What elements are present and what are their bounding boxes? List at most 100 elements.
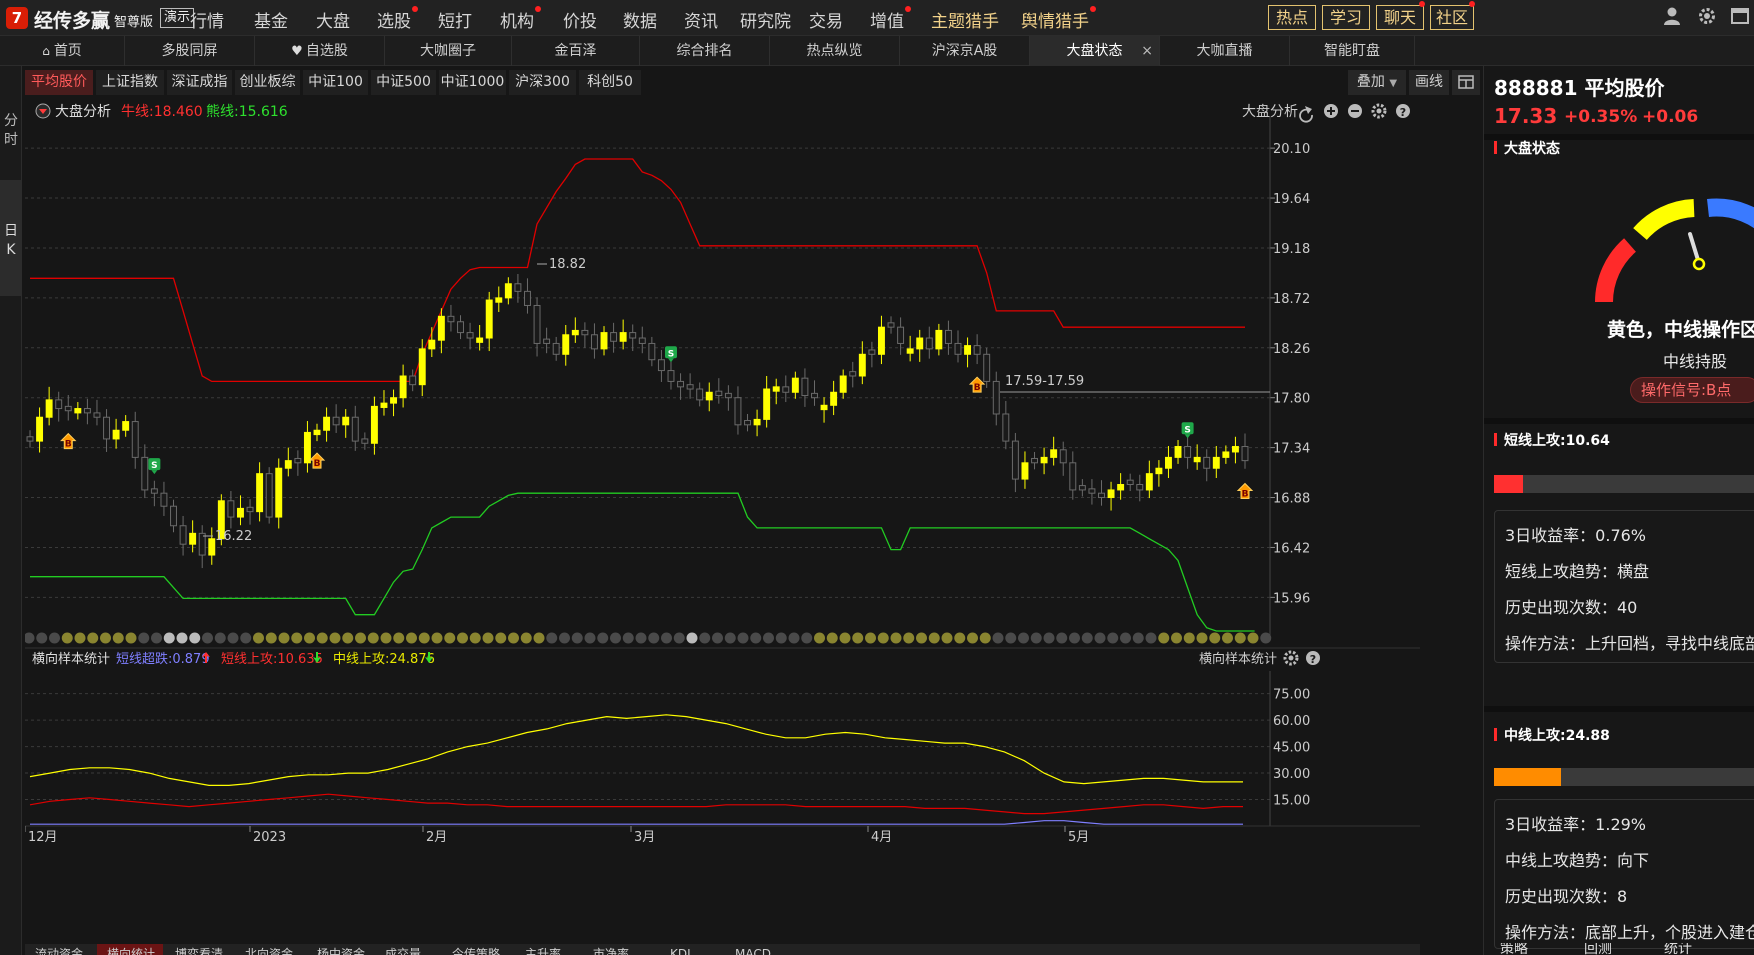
rp-tab-stats[interactable]: 统计	[1664, 943, 1692, 955]
timeline-dot[interactable]	[559, 632, 570, 644]
timeline-dot[interactable]	[189, 632, 201, 644]
nav-item[interactable]: 增值	[870, 7, 904, 32]
timeline-dot[interactable]	[1222, 632, 1233, 644]
index-tab[interactable]: 上证指数	[96, 70, 164, 95]
timeline-dot[interactable]	[967, 632, 978, 644]
nav-item[interactable]: 短打	[438, 7, 472, 32]
chart-canvas[interactable]: 大盘分析 牛线:18.460 熊线:15.616 大盘分析 ? 20.10 19.…	[23, 96, 1420, 886]
nav-item[interactable]: 资讯	[684, 7, 718, 32]
timeline-dot[interactable]	[916, 632, 927, 644]
layout-grid-icon[interactable]	[1452, 70, 1480, 95]
timeline-dot[interactable]	[100, 632, 111, 644]
timeline-dot[interactable]	[1005, 632, 1017, 644]
indicator-tab[interactable]: 主升率	[515, 944, 581, 955]
timeline-dot[interactable]	[278, 632, 290, 644]
nav-item[interactable]: 选股	[377, 7, 411, 32]
close-icon[interactable]: ×	[1141, 36, 1153, 66]
timeline-dot[interactable]	[546, 632, 558, 644]
nav-item[interactable]: 基金	[254, 7, 288, 32]
index-tab[interactable]: 科创50	[579, 70, 641, 95]
timeline-dot[interactable]	[826, 632, 838, 644]
zoom-out-icon[interactable]	[1348, 104, 1362, 118]
timeline-dot[interactable]	[406, 632, 417, 644]
index-tab[interactable]: 中证100	[303, 70, 368, 95]
sub-indicator-right-label[interactable]: 横向样本统计	[1199, 651, 1277, 667]
indicator-tab[interactable]: 杨中资金	[307, 944, 373, 955]
index-tab[interactable]: 沪深300	[509, 70, 576, 95]
timeline-dot[interactable]	[482, 632, 494, 644]
indicator-tab[interactable]: KDJ	[660, 944, 723, 955]
timeline-dot[interactable]	[138, 632, 150, 644]
timeline-dot[interactable]	[903, 632, 915, 644]
settings-icon[interactable]	[1283, 650, 1299, 666]
window-icon[interactable]	[1729, 6, 1751, 28]
timeline-dot[interactable]	[74, 632, 86, 644]
tab-intraday[interactable]: 分时	[0, 106, 22, 166]
indicator-tab[interactable]: 流动资金	[25, 944, 95, 955]
help-icon[interactable]: ?	[1396, 104, 1410, 119]
timeline-dot[interactable]	[163, 632, 175, 644]
nav-item[interactable]: 行情	[190, 7, 224, 32]
page-tab[interactable]: ⌂ 首页	[0, 36, 125, 66]
timeline-dot[interactable]	[1132, 632, 1144, 644]
sub-chart-series[interactable]	[29, 714, 1243, 825]
indicator-tab[interactable]: 横向统计	[97, 944, 163, 955]
timeline-dot[interactable]	[23, 632, 35, 644]
timeline-dot[interactable]	[737, 632, 749, 644]
indicator-tab[interactable]: 北向资金	[235, 944, 305, 955]
timeline-dot[interactable]	[431, 632, 443, 644]
timeline-dot[interactable]	[979, 632, 991, 644]
timeline-dot[interactable]	[1018, 632, 1029, 644]
timeline-dot[interactable]	[49, 632, 60, 644]
index-tab[interactable]: 深证成指	[167, 70, 232, 95]
top-button[interactable]: 社区	[1430, 5, 1474, 30]
timeline-dot[interactable]	[571, 632, 583, 644]
gear-icon[interactable]	[1696, 6, 1718, 28]
timeline-scroll-dots[interactable]	[23, 632, 1272, 644]
nav-item[interactable]: 价投	[563, 7, 597, 32]
timeline-dot[interactable]	[1260, 632, 1272, 644]
nav-item[interactable]: 研究院	[740, 7, 791, 32]
timeline-dot[interactable]	[801, 632, 813, 644]
timeline-dot[interactable]	[1196, 632, 1208, 644]
tab-daily-k[interactable]: 日K	[0, 180, 22, 296]
top-button[interactable]: 热点	[1268, 5, 1316, 30]
timeline-dot[interactable]	[61, 632, 73, 644]
settings-icon[interactable]	[1371, 103, 1387, 119]
page-tab[interactable]: 金百泽	[512, 36, 640, 66]
timeline-dot[interactable]	[520, 632, 532, 644]
top-button[interactable]: 学习	[1322, 5, 1370, 30]
timeline-dot[interactable]	[1069, 632, 1080, 644]
timeline-dot[interactable]	[699, 632, 711, 644]
timeline-dot[interactable]	[597, 632, 609, 644]
page-tab[interactable]: 综合排名	[640, 36, 770, 66]
timeline-dot[interactable]	[610, 632, 621, 644]
timeline-dot[interactable]	[418, 632, 430, 644]
timeline-dot[interactable]	[202, 632, 213, 644]
timeline-dot[interactable]	[928, 632, 940, 644]
rp-tab-strategy[interactable]: 策略	[1500, 943, 1528, 955]
timeline-dot[interactable]	[712, 632, 723, 644]
timeline-dot[interactable]	[1171, 632, 1182, 644]
nav-item[interactable]: 机构	[500, 7, 534, 32]
timeline-dot[interactable]	[214, 632, 226, 644]
timeline-dot[interactable]	[240, 632, 252, 644]
timeline-dot[interactable]	[253, 632, 264, 644]
indicator-tab[interactable]: 市净率	[583, 944, 658, 955]
timeline-dot[interactable]	[457, 632, 468, 644]
timeline-dot[interactable]	[1183, 632, 1195, 644]
timeline-dot[interactable]	[1056, 632, 1068, 644]
draw-line-button[interactable]: 画线	[1409, 70, 1449, 95]
page-tab[interactable]: 大咖圈子	[385, 36, 512, 66]
timeline-dot[interactable]	[36, 632, 48, 644]
page-tab[interactable]: 大盘状态 ×	[1030, 36, 1160, 66]
timeline-dot[interactable]	[151, 632, 162, 644]
nav-item[interactable]: 数据	[623, 7, 657, 32]
page-tab[interactable]: 智能盯盘	[1290, 36, 1415, 66]
refresh-icon[interactable]	[1299, 106, 1313, 123]
demo-badge[interactable]: 演示	[160, 8, 195, 28]
timeline-dot[interactable]	[125, 632, 137, 644]
timeline-dot[interactable]	[724, 632, 736, 644]
timeline-dot[interactable]	[750, 632, 762, 644]
nav-item[interactable]: 交易	[809, 7, 843, 32]
